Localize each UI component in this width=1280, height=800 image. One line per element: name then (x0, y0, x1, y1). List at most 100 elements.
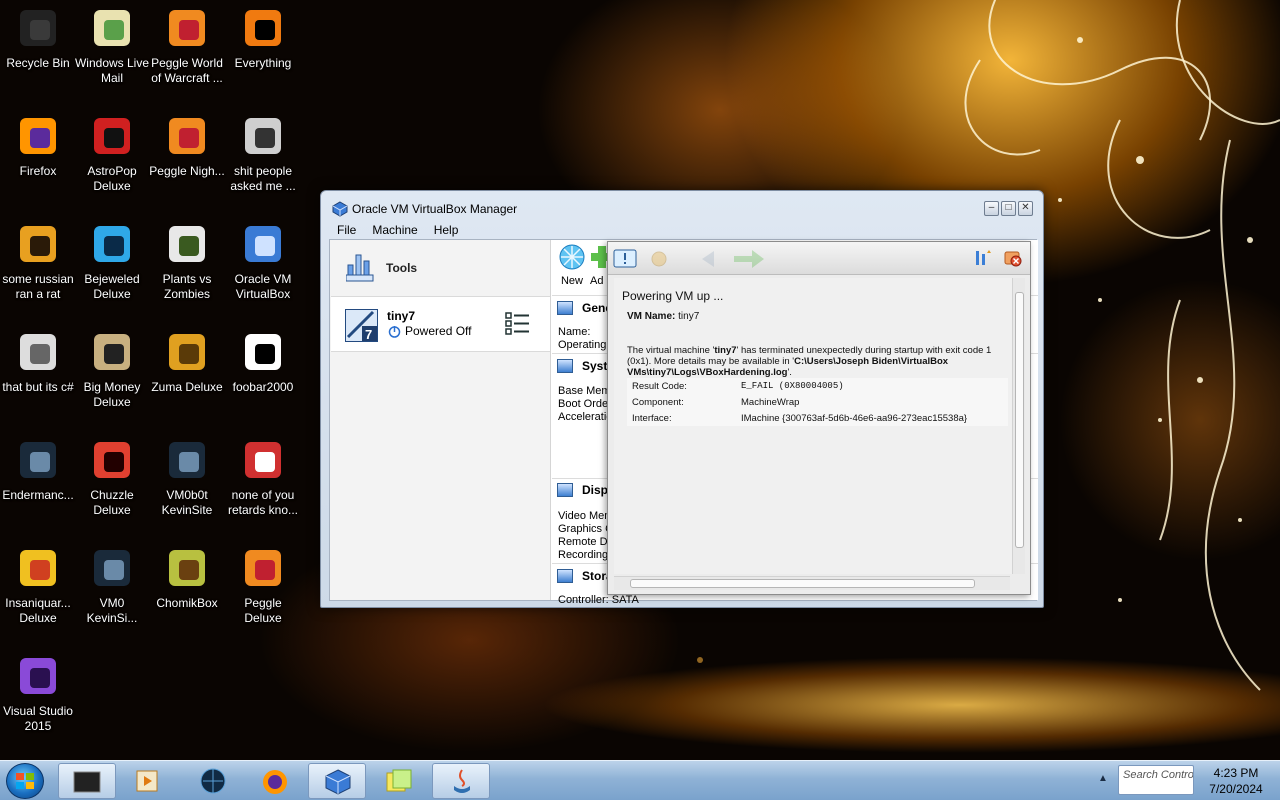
menu-file[interactable]: File (329, 221, 364, 241)
desktop-icon[interactable]: ChomikBox (149, 544, 225, 611)
vm-log-panel[interactable]: Powering VM up ... VM Name: tiny7 The vi… (607, 241, 1031, 595)
desktop-icon[interactable]: Oracle VM VirtualBox (225, 220, 301, 302)
desktop-icon[interactable]: Windows Live Mail (74, 4, 150, 86)
notification-info-icon[interactable] (613, 249, 637, 269)
desktop-icon-label: Firefox (19, 164, 57, 178)
tray-search-box[interactable]: Search Contro (1118, 765, 1194, 795)
taskbar-app-virtualbox[interactable] (308, 763, 366, 799)
virtualbox-app-icon (332, 201, 348, 217)
desktop-icon[interactable]: Everything (225, 4, 301, 71)
media-player-icon (136, 770, 158, 792)
menu-help[interactable]: Help (426, 221, 467, 241)
taskbar-app-java[interactable] (432, 763, 490, 799)
windows-live-mail-icon (88, 4, 136, 52)
desktop-icon-label: Zuma Deluxe (151, 380, 223, 394)
log-vertical-scrollbar[interactable] (1012, 278, 1025, 574)
discard-arrow-icon[interactable] (698, 248, 728, 270)
taskbar-clock[interactable]: 4:23 PM 7/20/2024 (1196, 765, 1276, 797)
desktop-icon-label: Recycle Bin (6, 56, 70, 70)
desktop-icon[interactable]: VM0b0t KevinSite (149, 436, 225, 518)
desktop-icon[interactable]: Peggle World of Warcraft ... (149, 4, 225, 86)
window-titlebar[interactable]: Oracle VM VirtualBox Manager – □ ✕ (321, 191, 1043, 223)
start-arrow-icon[interactable] (732, 248, 768, 270)
video-file-icon (14, 436, 62, 484)
sort-icon[interactable] (974, 249, 992, 267)
window-controls: – □ ✕ (984, 201, 1033, 216)
desktop-icon[interactable]: Big Money Deluxe (74, 328, 150, 410)
desktop-icon[interactable]: foobar2000 (225, 328, 301, 395)
virtualbox-icon (239, 220, 287, 268)
desktop-icon[interactable]: Visual Studio 2015 (0, 652, 76, 734)
desktop-icon[interactable]: Chuzzle Deluxe (74, 436, 150, 518)
desktop-icon-label: some russian ran a rat (2, 272, 74, 301)
error-message: The virtual machine 'tiny7' has terminat… (627, 345, 1005, 378)
desktop-icon[interactable]: Peggle Deluxe (225, 544, 301, 626)
desktop-icon[interactable]: Bejeweled Deluxe (74, 220, 150, 302)
minimize-button[interactable]: – (984, 201, 999, 216)
desktop-icon[interactable]: Recycle Bin (0, 4, 76, 71)
file-icon (14, 220, 62, 268)
desktop-icon[interactable]: AstroPop Deluxe (74, 112, 150, 194)
detail-key: Component: (632, 397, 684, 408)
image-file-icon (239, 436, 287, 484)
big-money-icon (88, 328, 136, 376)
display-section-icon (557, 483, 573, 497)
display-graphics-label: Graphics C (558, 523, 614, 535)
error-prefix: The virtual machine ' (627, 345, 715, 356)
desktop-icon-label: Plants vs Zombies (162, 272, 212, 301)
close-log-icon[interactable] (1004, 249, 1022, 267)
desktop-icon[interactable]: that but its c# (0, 328, 76, 395)
settings-gear-icon[interactable] (644, 248, 674, 270)
detail-key: Result Code: (632, 381, 687, 392)
desktop-icon[interactable]: none of you retards kno... (225, 436, 301, 518)
desktop-icon[interactable]: Firefox (0, 112, 76, 179)
log-horizontal-scrollbar[interactable] (614, 576, 1010, 590)
desktop-icon-label: Visual Studio 2015 (3, 704, 73, 733)
desktop-icon-label: ChomikBox (156, 596, 218, 610)
desktop-icon[interactable]: some russian ran a rat (0, 220, 76, 302)
maximize-button[interactable]: □ (1001, 201, 1016, 216)
tools-item[interactable]: Tools (330, 240, 551, 295)
taskbar-app-media-player[interactable] (120, 763, 178, 799)
menu-machine[interactable]: Machine (364, 221, 425, 241)
vertical-scroll-thumb[interactable] (1015, 292, 1024, 548)
bejeweled-icon (88, 220, 136, 268)
vm-name: tiny7 (387, 309, 416, 323)
horizontal-scroll-thumb[interactable] (630, 579, 975, 588)
powering-status: Powering VM up ... (622, 289, 724, 303)
taskbar-app-firefox[interactable] (246, 763, 304, 799)
error-suffix: '. (787, 367, 792, 378)
desktop-icon[interactable]: Zuma Deluxe (149, 328, 225, 395)
new-vm-button[interactable]: New (554, 242, 590, 287)
foobar2000-icon (239, 328, 287, 376)
window-title: Oracle VM VirtualBox Manager (352, 202, 518, 216)
desktop-icon-label: Everything (234, 56, 292, 70)
desktop-icon-label: Bejeweled Deluxe (84, 272, 140, 301)
firefox-icon (263, 770, 287, 794)
desktop-icon-label: that but its c# (2, 380, 74, 394)
display-remote-label: Remote De (558, 536, 614, 548)
taskbar-app-sticky-notes[interactable] (370, 763, 428, 799)
detail-value: MachineWrap (741, 397, 800, 408)
menu-bar: File Machine Help (329, 221, 466, 241)
vm-details-menu-icon[interactable] (505, 312, 531, 336)
tray-overflow-arrow[interactable]: ▲ (1098, 773, 1108, 784)
desktop-icon[interactable]: Insaniquar... Deluxe (0, 544, 76, 626)
vm-list-item-tiny7[interactable]: 7 tiny7 Powered Off (331, 296, 550, 352)
desktop-icon[interactable]: shit people asked me ... (225, 112, 301, 194)
folder-icon (239, 112, 287, 160)
desktop-icon[interactable]: Peggle Nigh... (149, 112, 225, 179)
close-button[interactable]: ✕ (1018, 201, 1033, 216)
taskbar-app-globe[interactable] (184, 763, 242, 799)
desktop-icon-label: Peggle Nigh... (149, 164, 225, 178)
taskbar-app-cmd[interactable] (58, 763, 116, 799)
peggle-icon (239, 544, 287, 592)
start-button[interactable] (6, 763, 44, 799)
power-off-icon (388, 326, 401, 338)
desktop-icon-label: shit people asked me ... (230, 164, 296, 193)
desktop-icon[interactable]: Plants vs Zombies (149, 220, 225, 302)
log-vm-name: VM Name: tiny7 (627, 311, 699, 322)
desktop-icon[interactable]: Endermanc... (0, 436, 76, 503)
desktop-icon[interactable]: VM0 KevinSi... (74, 544, 150, 626)
desktop-icon-label: Big Money Deluxe (83, 380, 141, 409)
